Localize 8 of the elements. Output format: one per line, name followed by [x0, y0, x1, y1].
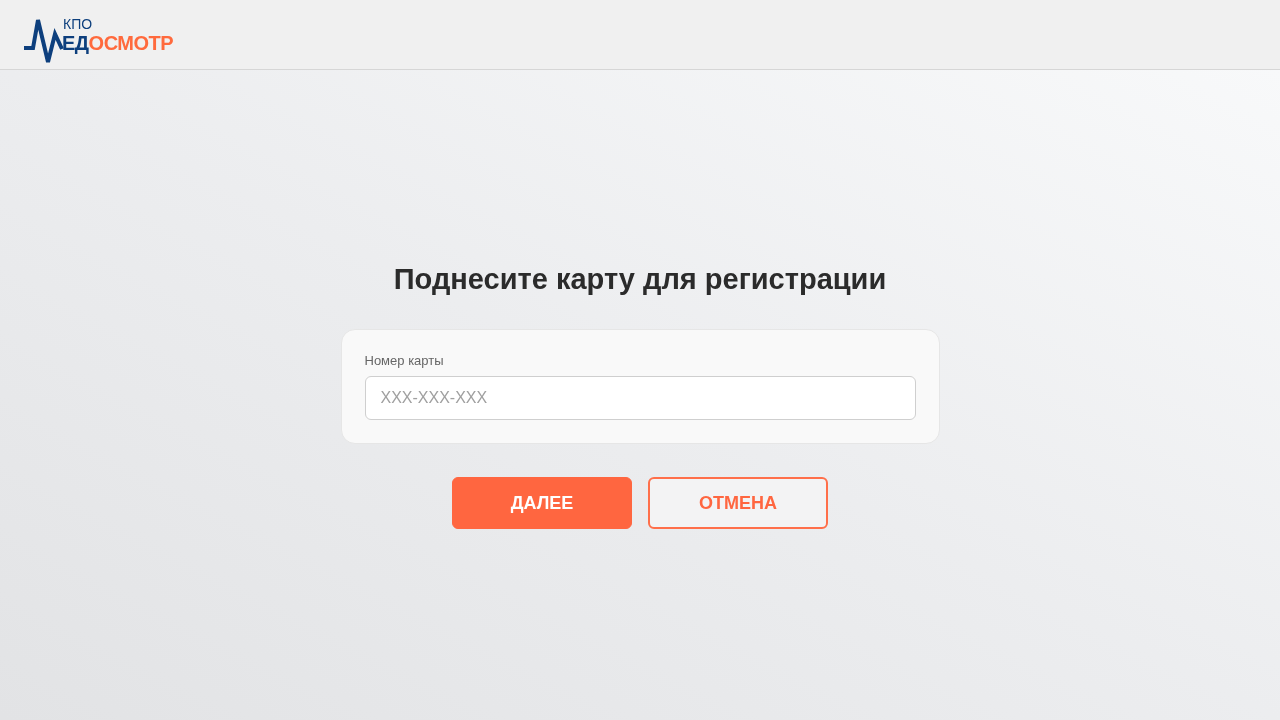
page-title: Поднесите карту для регистрации: [393, 262, 887, 297]
pulse-line-icon: [22, 17, 64, 64]
next-button[interactable]: ДАЛЕЕ: [452, 477, 632, 529]
field-label: Номер карты: [364, 352, 444, 370]
logo-wordmark: ЕДОСМОТР: [62, 31, 174, 54]
card-number-field[interactable]: XXX-XXX-XXX: [364, 376, 916, 420]
logo-caption: КПО: [62, 16, 93, 32]
cancel-button[interactable]: ОТМЕНА: [648, 477, 828, 529]
